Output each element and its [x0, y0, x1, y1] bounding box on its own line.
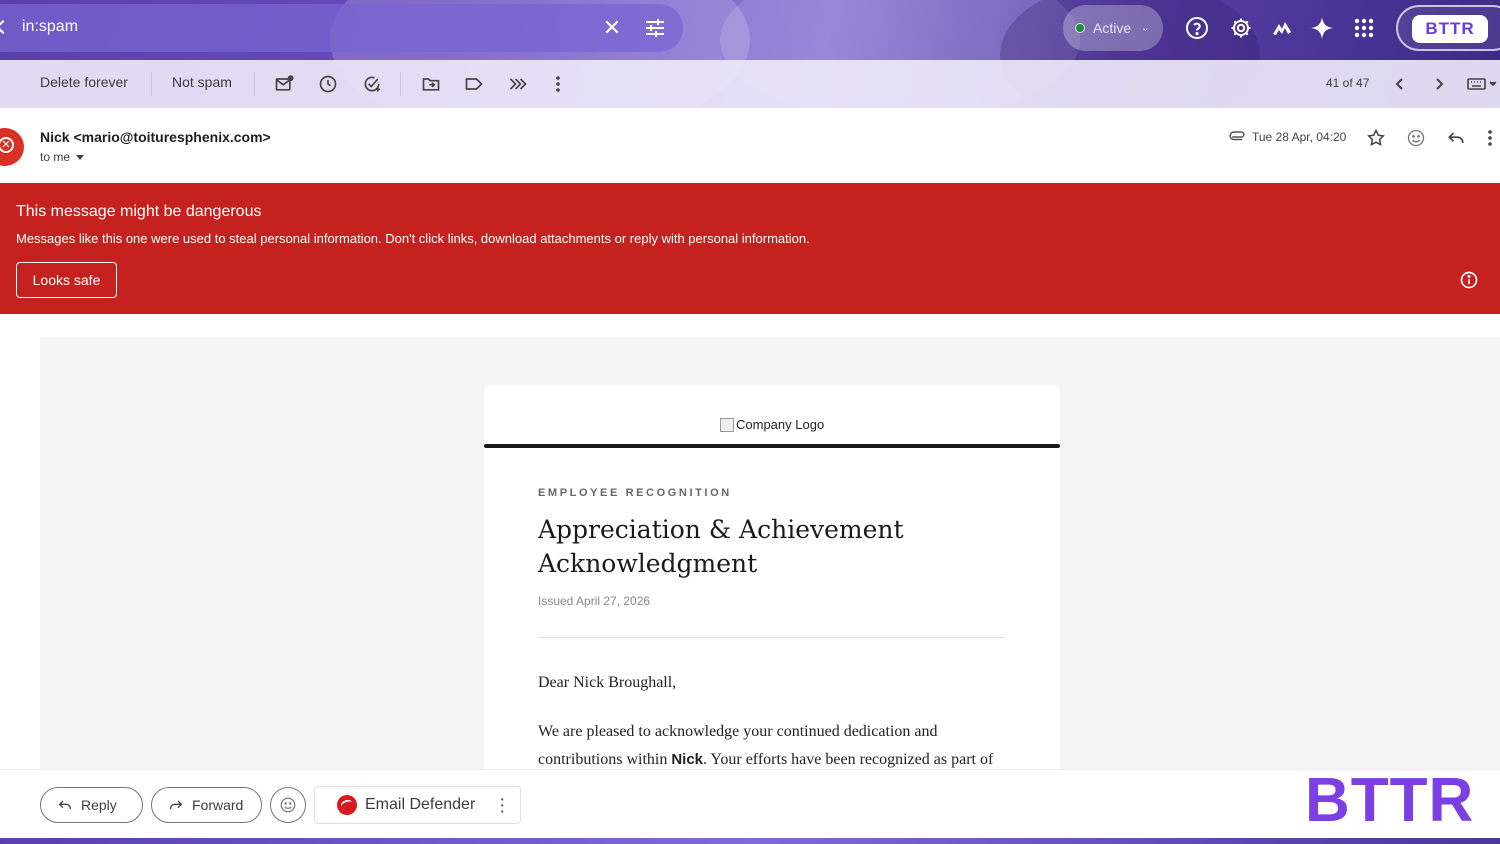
emoji-reaction-icon[interactable]	[1404, 126, 1428, 150]
status-selector[interactable]: Active ⌄	[1063, 5, 1163, 51]
reply-button[interactable]: Reply	[40, 787, 143, 823]
snooze-clock-icon[interactable]	[316, 72, 340, 96]
search-bar[interactable]: ✕	[0, 4, 683, 52]
message-timestamp: Tue 28 Apr, 04:20	[1252, 130, 1347, 144]
reply-arrow-icon[interactable]	[1444, 126, 1468, 150]
reply-actions-bar: Reply Forward Email Defender ⋮	[0, 769, 1500, 838]
toolbar-divider	[151, 72, 152, 96]
recipient-label: to me	[40, 150, 71, 164]
bottom-background-strip	[0, 838, 1500, 844]
star-icon[interactable]	[1364, 126, 1388, 150]
status-label: Active	[1093, 20, 1132, 36]
back-arrow-icon[interactable]	[0, 19, 11, 35]
search-input[interactable]	[22, 18, 522, 36]
email-category: EMPLOYEE RECOGNITION	[538, 487, 732, 499]
attachment-icon	[1226, 125, 1250, 149]
trend-micro-logo-icon	[337, 795, 357, 815]
account-button[interactable]: BTTR	[1396, 5, 1500, 51]
company-logo-image: Company Logo	[720, 417, 824, 432]
divider	[538, 637, 1005, 638]
bttr-watermark-logo: BTTR	[1305, 766, 1475, 835]
sender-name[interactable]: Nick <mario@toituresphenix.com>	[40, 129, 271, 145]
header-rule	[484, 444, 1060, 448]
company-name: Nick	[671, 751, 704, 768]
warning-description: Messages like this one were used to stea…	[16, 231, 810, 246]
clear-search-icon[interactable]: ✕	[600, 16, 624, 40]
add-task-icon[interactable]	[360, 72, 384, 96]
email-headline: Appreciation & Achievement Acknowledgmen…	[538, 515, 904, 578]
email-defender-label: Email Defender	[365, 796, 476, 813]
label-tag-icon[interactable]	[462, 72, 486, 96]
warning-title: This message might be dangerous	[16, 203, 262, 220]
reply-icon	[58, 800, 71, 809]
forward-label: Forward	[192, 797, 244, 813]
recipient-details-toggle[interactable]: to me	[40, 150, 85, 164]
settings-gear-icon[interactable]	[1227, 14, 1255, 42]
smiley-icon	[280, 797, 296, 813]
more-options-icon[interactable]	[1484, 126, 1496, 150]
account-badge: BTTR	[1412, 15, 1488, 43]
sender-avatar[interactable]: ✕	[0, 128, 24, 166]
email-defender-addon[interactable]: Email Defender ⋮	[314, 786, 521, 824]
addon-menu-icon[interactable]: ⋮	[493, 795, 511, 816]
toolbar-divider	[254, 72, 255, 96]
greeting: Dear Nick Broughall,	[538, 674, 677, 691]
not-spam-button[interactable]: Not spam	[172, 74, 232, 90]
delete-forever-button[interactable]: Delete forever	[40, 74, 128, 90]
info-icon[interactable]	[1459, 270, 1479, 290]
newer-chevron-left-icon[interactable]	[1388, 72, 1412, 96]
email-body: Company Logo EMPLOYEE RECOGNITION Apprec…	[40, 337, 1500, 785]
danger-warning-banner: This message might be dangerous Messages…	[0, 183, 1500, 314]
spam-warning-icon: ✕	[0, 137, 14, 153]
message-header: ✕ Nick <mario@toituresphenix.com> to me …	[0, 108, 1500, 183]
reply-label: Reply	[81, 797, 117, 813]
help-icon[interactable]	[1183, 14, 1211, 42]
search-options-icon[interactable]	[643, 16, 667, 40]
forward-arrows-icon[interactable]	[506, 72, 530, 96]
issued-date: Issued April 27, 2026	[538, 594, 651, 608]
email-card: Company Logo EMPLOYEE RECOGNITION Apprec…	[484, 385, 1060, 785]
looks-safe-button[interactable]: Looks safe	[16, 262, 117, 298]
keyboard-input-icon[interactable]	[1465, 72, 1499, 96]
apps-grid-icon[interactable]	[1350, 14, 1378, 42]
mark-unread-icon[interactable]	[272, 72, 296, 96]
paragraph-text-end: . Your efforts have been recognized as p…	[703, 751, 994, 768]
broken-image-icon	[720, 417, 734, 432]
emoji-react-button[interactable]	[270, 787, 306, 823]
more-vertical-icon[interactable]	[546, 72, 570, 96]
forward-icon	[170, 800, 183, 809]
chevron-down-icon: ⌄	[1141, 22, 1150, 34]
toolbar-divider	[400, 72, 401, 96]
move-to-folder-icon[interactable]	[419, 72, 443, 96]
status-dot-icon	[1075, 23, 1085, 33]
body-paragraph: We are pleased to acknowledge your conti…	[538, 718, 1008, 774]
older-chevron-right-icon[interactable]	[1427, 72, 1451, 96]
forward-button[interactable]: Forward	[151, 787, 262, 823]
logo-alt-text: Company Logo	[736, 417, 825, 432]
sparkle-icon[interactable]	[1308, 14, 1336, 42]
extension-icon[interactable]	[1268, 14, 1296, 42]
pagination-count: 41 of 47	[1326, 76, 1370, 90]
message-toolbar: Delete forever Not spam 41 of 47	[0, 60, 1500, 108]
caret-down-icon	[76, 155, 85, 161]
